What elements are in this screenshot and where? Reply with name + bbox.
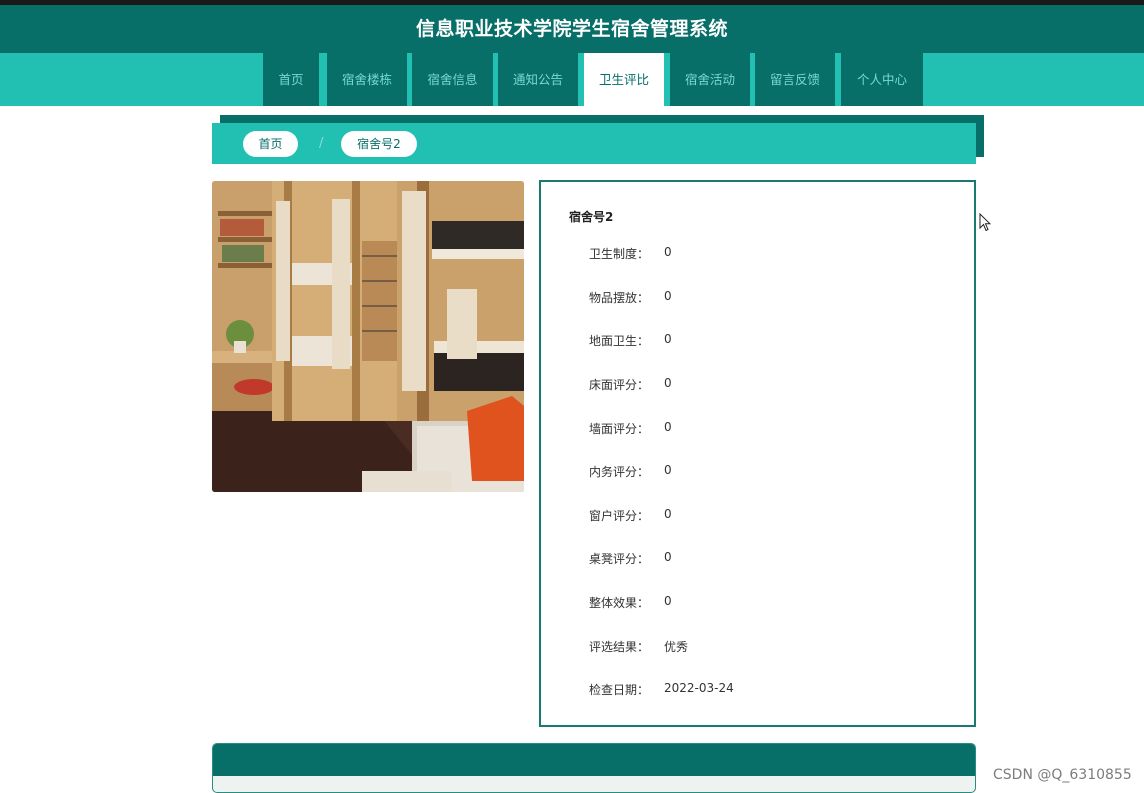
field-value: 0 — [664, 420, 672, 434]
dorm-number-title: 宿舍号2 — [569, 210, 614, 224]
field-row: 内务评分： 0 — [541, 463, 974, 483]
field-value: 0 — [664, 289, 672, 303]
breadcrumb-home[interactable]: 首页 — [243, 131, 298, 157]
field-value: 0 — [664, 550, 672, 564]
field-label: 物品摆放： — [589, 291, 650, 305]
field-row: 窗户评分： 0 — [541, 507, 974, 527]
main-nav: 首页 宿舍楼栋 宿舍信息 通知公告 卫生评比 宿舍活动 留言反馈 个人中心 — [0, 53, 1144, 106]
field-label: 墙面评分： — [589, 422, 650, 436]
field-row: 地面卫生： 0 — [541, 332, 974, 352]
nav-dorm-info[interactable]: 宿舍信息 — [412, 53, 493, 106]
field-label: 内务评分： — [589, 465, 650, 479]
field-value: 0 — [664, 463, 672, 477]
field-label: 评选结果： — [589, 640, 650, 654]
field-value: 2022-03-24 — [664, 681, 734, 695]
dorm-room-photo — [212, 181, 524, 492]
nav-profile[interactable]: 个人中心 — [841, 53, 923, 106]
field-row: 卫生制度： 0 — [541, 245, 974, 265]
field-row: 整体效果： 0 — [541, 594, 974, 614]
nav-dorm-activities[interactable]: 宿舍活动 — [670, 53, 750, 106]
breadcrumb-current[interactable]: 宿舍号2 — [341, 131, 417, 157]
field-label: 地面卫生： — [589, 334, 650, 348]
nav-buildings[interactable]: 宿舍楼栋 — [327, 53, 407, 106]
field-value: 0 — [664, 376, 672, 390]
field-value: 优秀 — [664, 640, 689, 654]
field-value: 0 — [664, 594, 672, 608]
field-label: 桌凳评分： — [589, 552, 650, 566]
field-value: 0 — [664, 332, 672, 346]
mouse-cursor-icon — [979, 212, 992, 236]
field-label: 卫生制度： — [589, 247, 650, 261]
watermark: CSDN @Q_6310855 — [993, 767, 1132, 783]
site-header: 信息职业技术学院学生宿舍管理系统 — [0, 5, 1144, 53]
nav-announcements[interactable]: 通知公告 — [498, 53, 578, 106]
field-label: 窗户评分： — [589, 509, 650, 523]
field-row: 桌凳评分： 0 — [541, 550, 974, 570]
field-value: 0 — [664, 507, 672, 521]
nav-hygiene-rating[interactable]: 卫生评比 — [584, 53, 664, 106]
breadcrumb-separator: / — [319, 136, 324, 151]
field-row: 物品摆放： 0 — [541, 289, 974, 309]
field-row: 检查日期： 2022-03-24 — [541, 681, 974, 701]
site-title: 信息职业技术学院学生宿舍管理系统 — [415, 18, 728, 40]
hygiene-detail-panel: 宿舍号2 卫生制度： 0 物品摆放： 0 地面卫生： 0 床面评分： 0 墙面评… — [539, 180, 976, 727]
nav-home[interactable]: 首页 — [263, 53, 319, 106]
field-row: 床面评分： 0 — [541, 376, 974, 396]
field-row: 评选结果： 优秀 — [541, 638, 974, 658]
breadcrumb: 首页 / 宿舍号2 — [212, 123, 976, 164]
footer-bar — [213, 744, 975, 776]
footer — [212, 743, 976, 793]
field-row: 墙面评分： 0 — [541, 420, 974, 440]
nav-feedback[interactable]: 留言反馈 — [755, 53, 835, 106]
field-label: 床面评分： — [589, 378, 650, 392]
field-label: 检查日期： — [589, 683, 650, 697]
field-value: 0 — [664, 245, 672, 259]
field-label: 整体效果： — [589, 596, 650, 610]
